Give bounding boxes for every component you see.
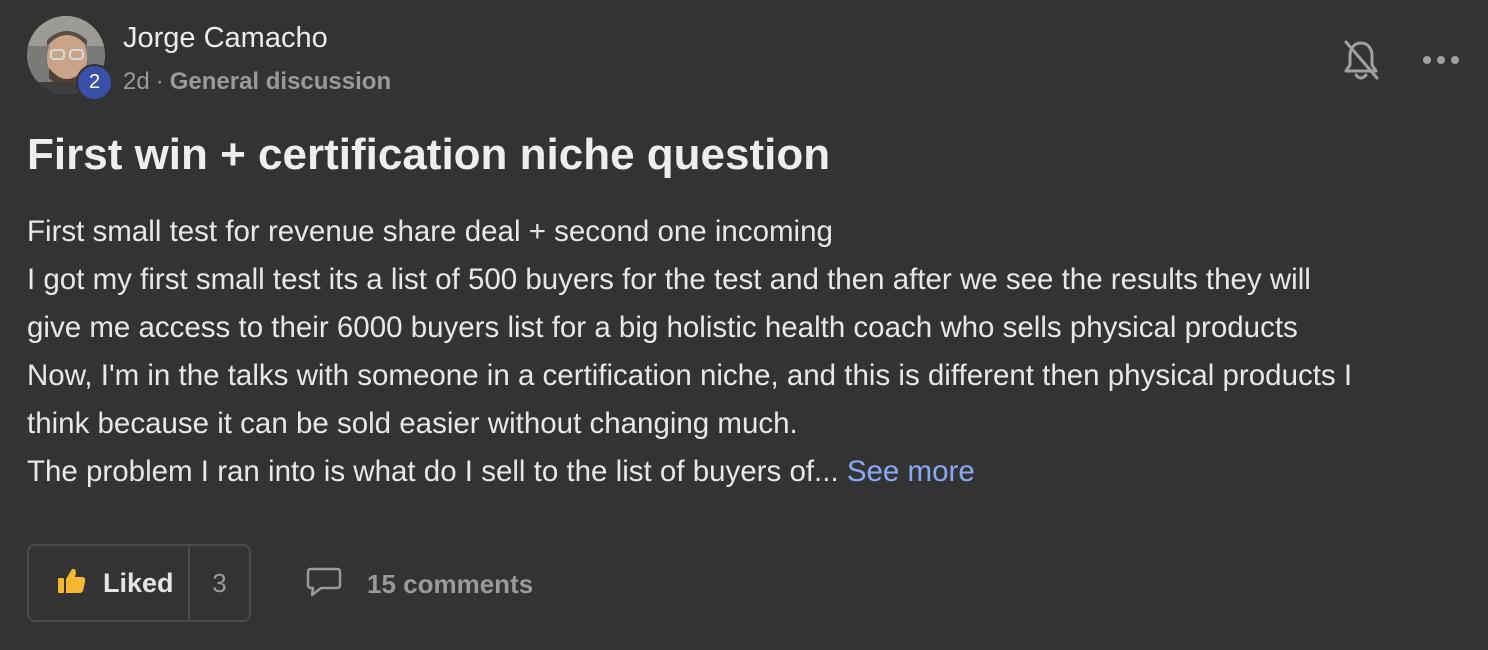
- see-more-link[interactable]: See more: [847, 455, 975, 488]
- post-category[interactable]: General discussion: [170, 68, 391, 95]
- bell-off-icon[interactable]: [1341, 38, 1381, 82]
- comments-button[interactable]: 15 comments: [305, 562, 533, 606]
- post-body-line: give me access to their 6000 buyers list…: [27, 311, 1298, 344]
- post-body-line: I got my first small test its a list of …: [27, 263, 1311, 296]
- post-body-line: The problem I ran into is what do I sell…: [27, 455, 839, 488]
- author-avatar-container[interactable]: 2: [27, 16, 113, 101]
- meta-separator: ·: [155, 68, 164, 95]
- more-horizontal-icon[interactable]: [1420, 48, 1462, 72]
- thumbs-up-icon: [57, 567, 87, 600]
- post-title[interactable]: First win + certification niche question: [27, 130, 830, 180]
- comments-label: 15 comments: [367, 568, 534, 599]
- post-meta: 2d · General discussion: [123, 68, 391, 96]
- comment-bubble-icon: [305, 566, 343, 603]
- level-badge: 2: [76, 64, 113, 101]
- like-label: Liked: [103, 567, 174, 598]
- like-button[interactable]: Liked: [29, 546, 190, 620]
- like-count[interactable]: 3: [190, 546, 249, 620]
- post-body-line: Now, I'm in the talks with someone in a …: [27, 359, 1353, 392]
- author-name[interactable]: Jorge Camacho: [123, 22, 328, 55]
- post-body-last-line: The problem I ran into is what do I sell…: [27, 448, 1482, 496]
- post-body-line: think because it can be sold easier with…: [27, 407, 798, 440]
- post-card: 2 Jorge Camacho 2d · General discussion Fi…: [0, 0, 1488, 650]
- post-body-line: First small test for revenue share deal …: [27, 215, 833, 248]
- like-group: Liked 3: [27, 544, 251, 622]
- post-body: First small test for revenue share deal …: [27, 208, 1482, 496]
- post-age: 2d: [123, 68, 150, 95]
